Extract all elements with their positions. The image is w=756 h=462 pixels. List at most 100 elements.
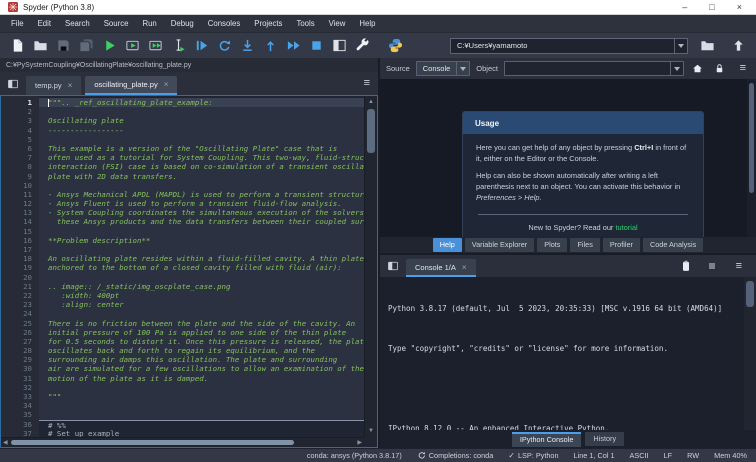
eol-status[interactable]: LF xyxy=(664,451,673,460)
browse-directory-button[interactable] xyxy=(696,35,719,57)
pane-tab[interactable]: Plots xyxy=(537,238,568,252)
code-text[interactable]: initial pressure of 100 Pa is applied to… xyxy=(39,327,364,337)
code-line[interactable]: 30 air are simulated for a few oscillatio… xyxy=(1,364,364,374)
code-text[interactable]: **Problem description** xyxy=(39,235,364,245)
close-tab-icon[interactable]: × xyxy=(68,81,73,90)
code-text[interactable] xyxy=(39,245,364,255)
line-number[interactable]: 12 xyxy=(1,199,39,208)
maximize-button[interactable]: □ xyxy=(709,1,714,14)
lsp-status[interactable]: ✓ LSP: Python xyxy=(508,451,558,460)
code-text[interactable]: plate with 2D data transfers. xyxy=(39,171,364,181)
code-text[interactable]: - Ansys Fluent is used to perform a tran… xyxy=(39,199,364,209)
save-button[interactable] xyxy=(52,35,75,57)
code-line[interactable]: 24 xyxy=(1,309,364,319)
line-number[interactable]: 18 xyxy=(1,254,39,263)
code-line[interactable]: 3 Oscillating plate xyxy=(1,116,364,126)
code-line[interactable]: 10 xyxy=(1,180,364,190)
parent-directory-button[interactable] xyxy=(727,35,750,57)
code-line[interactable]: 29 surrounding air damps this oscillation… xyxy=(1,355,364,365)
line-number[interactable]: 32 xyxy=(1,383,39,392)
pane-tab[interactable]: Profiler xyxy=(602,238,640,252)
line-number[interactable]: 35 xyxy=(1,410,39,419)
lock-button[interactable] xyxy=(712,60,728,78)
code-text[interactable]: - System Coupling coordinates the simult… xyxy=(39,208,364,218)
code-line[interactable]: 6 This example is a version of the "Oscil… xyxy=(1,143,364,154)
line-number[interactable]: 30 xyxy=(1,364,39,373)
code-text[interactable]: oscillates back and forth to regain its … xyxy=(39,346,364,356)
scroll-up-icon[interactable]: ▲ xyxy=(365,97,377,107)
editor-options-menu[interactable]: ≡ xyxy=(360,78,374,89)
stop-console-button[interactable] xyxy=(706,260,718,272)
preferences-button[interactable] xyxy=(351,35,374,57)
scrollbar-thumb[interactable] xyxy=(367,109,375,153)
code-text[interactable] xyxy=(39,410,364,420)
code-text[interactable]: # Set up example xyxy=(39,429,364,437)
code-line[interactable]: 11- Ansys Mechanical APDL (MAPDL) is use… xyxy=(1,189,364,200)
browse-tabs-button[interactable] xyxy=(384,258,402,274)
conda-env-status[interactable]: conda: ansys (Python 3.8.17) xyxy=(307,451,402,460)
code-line[interactable]: 22 :width: 400pt xyxy=(1,290,364,301)
code-text[interactable]: ----------------- xyxy=(39,125,364,135)
line-number[interactable]: 33 xyxy=(1,392,39,401)
code-area[interactable]: 1 """.. _ref_oscillating_plate_example: 2… xyxy=(1,98,364,437)
code-line[interactable]: 14 these Ansys products and the data tra… xyxy=(1,217,364,227)
line-number[interactable]: 9 xyxy=(1,172,39,181)
pane-tab[interactable]: Files xyxy=(570,238,600,252)
line-number[interactable]: 24 xyxy=(1,309,39,318)
line-number[interactable]: 3 xyxy=(1,116,39,125)
line-number[interactable]: 23 xyxy=(1,300,39,309)
code-line[interactable]: 31 motion of the plate as it is damped. xyxy=(1,373,364,383)
code-text[interactable] xyxy=(39,272,364,282)
menu-item[interactable]: Edit xyxy=(31,15,58,32)
run-file-button[interactable] xyxy=(98,35,121,57)
code-line[interactable]: 9 plate with 2D data transfers. xyxy=(1,171,364,181)
console-options-menu[interactable]: ≡ xyxy=(732,260,746,272)
code-line[interactable]: 26 initial pressure of 100 Pa is applied … xyxy=(1,327,364,337)
editor-body[interactable]: 1 """.. _ref_oscillating_plate_example: 2… xyxy=(0,95,378,448)
line-number[interactable]: 31 xyxy=(1,374,39,383)
code-text[interactable]: interaction (FSI) case is based on co-si… xyxy=(39,162,364,172)
console-output[interactable]: Python 3.8.17 (default, Jul 5 2023, 20:3… xyxy=(380,277,744,430)
line-number[interactable]: 1 xyxy=(1,98,39,107)
line-number[interactable]: 5 xyxy=(1,135,39,144)
line-number[interactable]: 34 xyxy=(1,401,39,410)
code-line[interactable]: 34 xyxy=(1,401,364,411)
code-line[interactable]: 35 xyxy=(1,410,364,420)
step-return-button[interactable] xyxy=(259,35,282,57)
line-number[interactable]: 22 xyxy=(1,291,39,300)
menu-item[interactable]: File xyxy=(4,15,31,32)
code-text[interactable]: # %% xyxy=(39,419,364,429)
cursor-position-status[interactable]: Line 1, Col 1 xyxy=(574,451,615,460)
code-line[interactable]: 36 # %% xyxy=(1,419,364,429)
code-line[interactable]: 12- Ansys Fluent is used to perform a tr… xyxy=(1,199,364,209)
console-body[interactable]: Python 3.8.17 (default, Jul 5 2023, 20:3… xyxy=(380,277,756,430)
debug-file-button[interactable] xyxy=(190,35,213,57)
code-text[interactable] xyxy=(39,134,364,144)
pane-tab[interactable]: Code Analysis xyxy=(642,238,704,252)
console-view-tab[interactable]: History xyxy=(585,432,625,446)
browse-tabs-button[interactable] xyxy=(4,76,22,92)
pane-tab[interactable]: Variable Explorer xyxy=(464,238,535,252)
code-text[interactable]: :width: 400pt xyxy=(39,290,364,301)
code-line[interactable]: 27 for 0.5 seconds to distort it. Once th… xyxy=(1,336,364,347)
line-number[interactable]: 8 xyxy=(1,162,39,171)
line-number[interactable]: 2 xyxy=(1,107,39,116)
continue-button[interactable] xyxy=(282,35,305,57)
code-line[interactable]: 33 """ xyxy=(1,392,364,402)
code-text[interactable]: surrounding air damps this oscillation. … xyxy=(39,355,364,365)
working-directory-dropdown[interactable] xyxy=(674,38,687,53)
console-view-tab[interactable]: IPython Console xyxy=(511,431,582,447)
menu-item[interactable]: Run xyxy=(135,15,163,32)
scrollbar-thumb[interactable] xyxy=(746,281,754,307)
code-line[interactable]: 23 :align: center xyxy=(1,300,364,310)
editor-vertical-scrollbar[interactable]: ▲ ▼ xyxy=(364,96,377,437)
code-text[interactable]: these Ansys products and the data transf… xyxy=(39,217,364,227)
line-number[interactable]: 10 xyxy=(1,181,39,190)
source-select[interactable]: Console xyxy=(415,61,471,76)
line-number[interactable]: 4 xyxy=(1,126,39,135)
completions-status[interactable]: Completions: conda xyxy=(417,451,493,460)
line-number[interactable]: 19 xyxy=(1,263,39,272)
scroll-left-icon[interactable]: ◀ xyxy=(3,438,8,447)
code-text[interactable]: - Ansys Mechanical APDL (MAPDL) is used … xyxy=(39,189,364,200)
home-button[interactable] xyxy=(690,60,706,78)
